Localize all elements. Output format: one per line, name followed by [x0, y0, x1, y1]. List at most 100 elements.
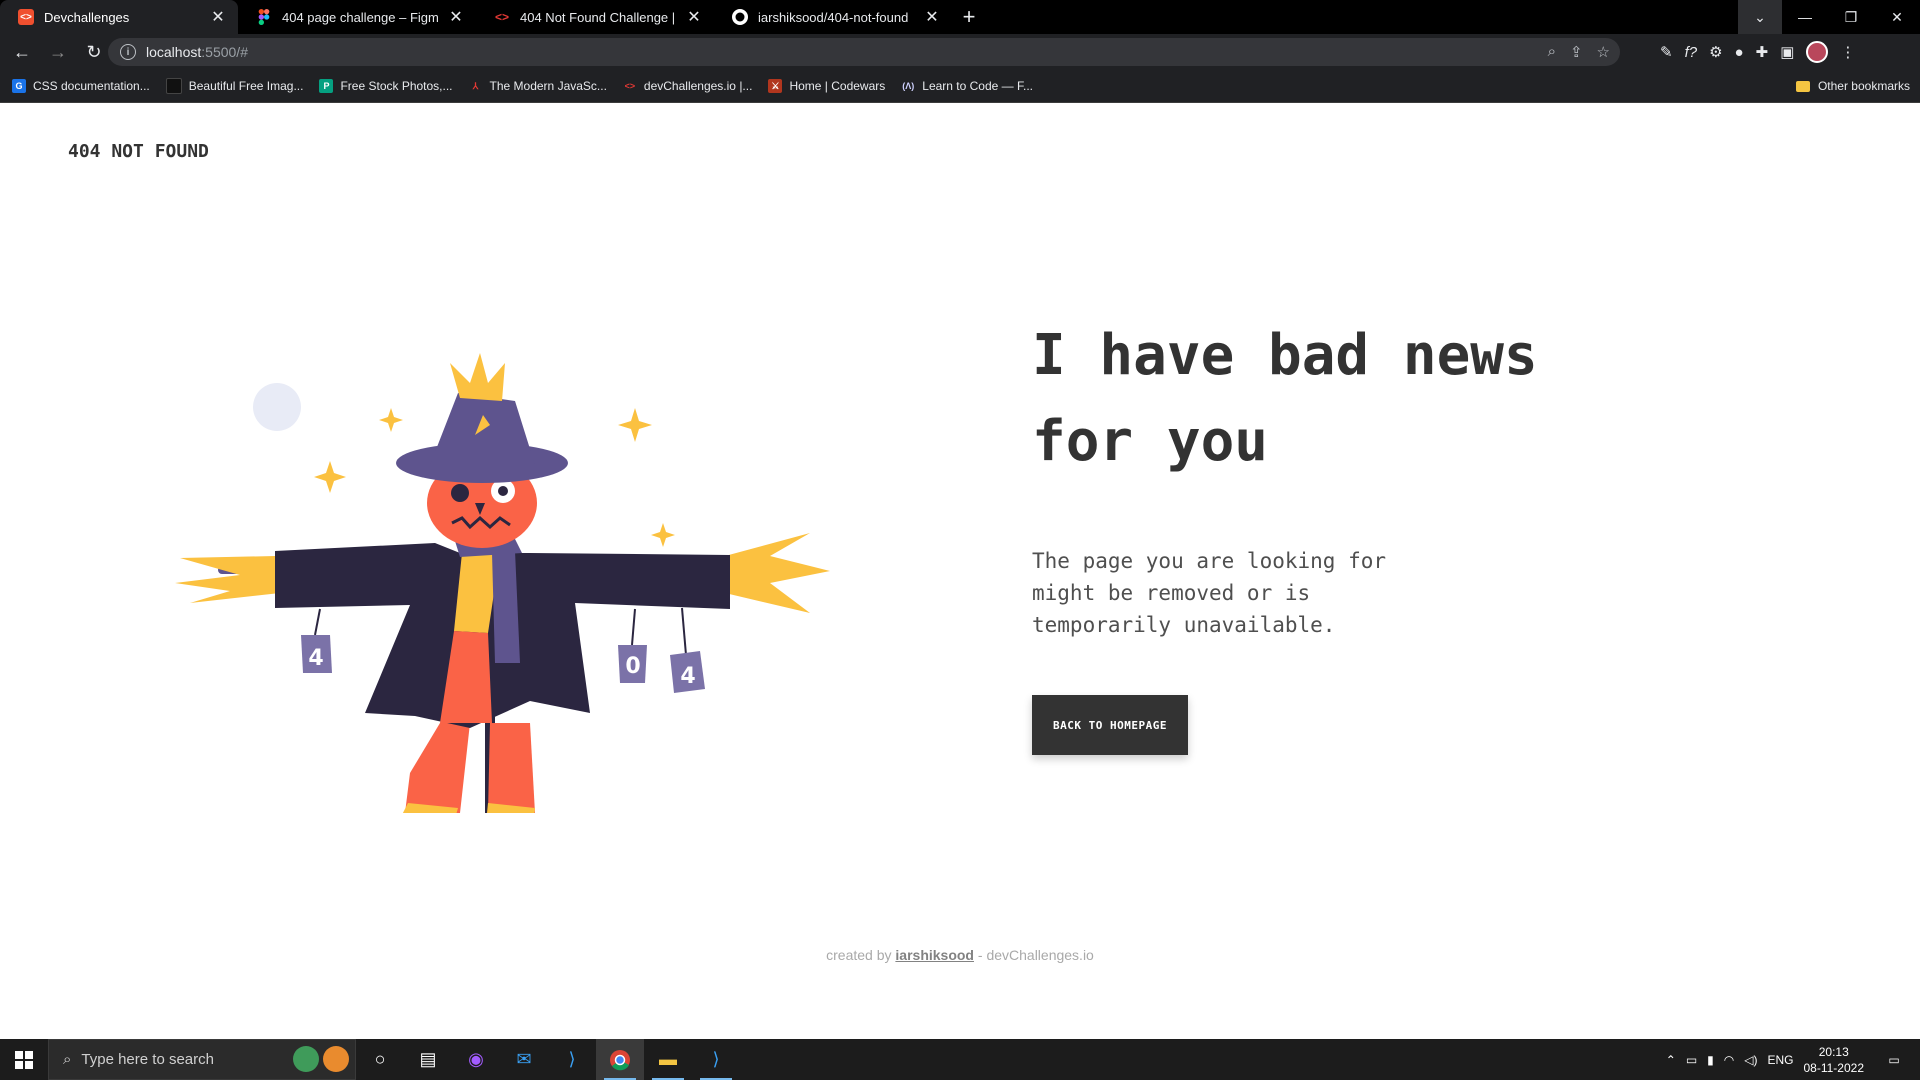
- tab-title: Devchallenges: [44, 9, 130, 25]
- scarecrow-illustration: 4 0 4: [175, 353, 830, 813]
- extension-bulb-icon[interactable]: ●: [1735, 44, 1744, 61]
- back-to-homepage-button[interactable]: BACK TO HOMEPAGE: [1032, 695, 1188, 755]
- side-panel-icon[interactable]: ▣: [1780, 43, 1794, 61]
- close-icon[interactable]: ✕: [448, 7, 464, 27]
- chevron-up-icon[interactable]: ⌃: [1666, 1053, 1676, 1067]
- browser-tab-devchallenges-404[interactable]: <> 404 Not Found Challenge | devCh ✕: [476, 0, 714, 34]
- tab-title: 404 page challenge – Figma: [282, 9, 438, 25]
- footer-suffix: - devChallenges.io: [974, 947, 1094, 963]
- file-explorer-icon[interactable]: ▬: [644, 1039, 692, 1080]
- close-icon[interactable]: ✕: [686, 7, 702, 27]
- freecodecamp-icon: (Λ): [902, 81, 915, 91]
- bookmark-label: Learn to Code — F...: [922, 79, 1033, 93]
- search-icon: ⌕: [63, 1051, 72, 1068]
- system-tray: ⌃ ▭ ▮ ◠ ◁) ENG 20:13 08-11-2022 ▭: [1666, 1039, 1920, 1080]
- extension-gear-icon[interactable]: ⚙: [1709, 43, 1722, 61]
- browser-toolbar: ← → ↻ i localhost:5500/# ⌕ ⇪ ☆ ✎ f? ⚙ ● …: [0, 34, 1920, 70]
- windows-taskbar: ⌕ Type here to search ○ ▤ ◉ ✉ ⟩ ▬ ⟩ ⌃ ▭ …: [0, 1039, 1920, 1080]
- extension-font-icon[interactable]: f?: [1685, 44, 1698, 61]
- footer-author-link[interactable]: iarshiksood: [895, 947, 974, 963]
- pexels-icon: P: [319, 79, 334, 93]
- url-path: :5500/#: [201, 44, 248, 60]
- browser-tab-github[interactable]: iarshiksood/404-not-found ✕: [714, 0, 952, 34]
- extensions-puzzle-icon[interactable]: ✚: [1756, 43, 1769, 61]
- browser-tab-figma[interactable]: 404 page challenge – Figma ✕: [238, 0, 476, 34]
- bookmark-pexels[interactable]: P Free Stock Photos,...: [311, 79, 460, 93]
- close-icon[interactable]: ✕: [924, 7, 940, 27]
- battery-icon[interactable]: ▮: [1707, 1053, 1714, 1067]
- minimize-button[interactable]: —: [1782, 0, 1828, 34]
- folder-icon: [1795, 80, 1810, 92]
- zoom-icon[interactable]: ⌕: [1548, 43, 1556, 61]
- omnibox-actions: ⌕ ⇪ ☆: [1548, 43, 1610, 61]
- search-highlight-icon: [293, 1046, 349, 1072]
- tab-search-icon[interactable]: ⌄: [1738, 0, 1782, 34]
- mail-icon[interactable]: ✉: [500, 1039, 548, 1080]
- taskbar-search-box[interactable]: ⌕ Type here to search: [48, 1039, 356, 1080]
- bookmark-label: CSS documentation...: [33, 79, 150, 93]
- chrome-icon[interactable]: [596, 1039, 644, 1080]
- devchallenges-icon: <>: [18, 9, 34, 25]
- figma-icon: [256, 9, 272, 25]
- task-view-icon[interactable]: ▤: [404, 1039, 452, 1080]
- can-label: 4: [308, 646, 323, 671]
- menu-dots-icon[interactable]: ⋮: [1840, 43, 1855, 61]
- windows-logo-icon: [15, 1050, 33, 1069]
- can-label: 4: [680, 664, 695, 689]
- bookmark-css-docs[interactable]: G CSS documentation...: [0, 79, 158, 93]
- unsplash-icon: [165, 78, 182, 94]
- bookmark-label: Free Stock Photos,...: [340, 79, 453, 93]
- bookmark-javascript-info[interactable]: ⅄ The Modern JavaSc...: [461, 79, 615, 93]
- clock-time: 20:13: [1818, 1044, 1849, 1059]
- profile-avatar[interactable]: [1806, 41, 1829, 63]
- close-icon[interactable]: ✕: [210, 7, 226, 27]
- bookmark-star-icon[interactable]: ☆: [1597, 43, 1610, 61]
- devchallenges-icon: <>: [494, 10, 509, 24]
- site-info-icon[interactable]: i: [120, 44, 136, 60]
- vscode-window-icon[interactable]: ⟩: [692, 1039, 740, 1080]
- podcast-app-icon[interactable]: ◉: [452, 1039, 500, 1080]
- footer-prefix: created by: [826, 947, 896, 963]
- clock[interactable]: 20:13 08-11-2022: [1804, 1044, 1865, 1076]
- browser-tab-devchallenges[interactable]: <> Devchallenges ✕: [0, 0, 238, 34]
- share-icon[interactable]: ⇪: [1570, 43, 1583, 61]
- wifi-icon[interactable]: ◠: [1724, 1053, 1734, 1067]
- can-label: 0: [625, 654, 640, 679]
- bookmark-freecodecamp[interactable]: (Λ) Learn to Code — F...: [893, 79, 1041, 93]
- back-arrow-icon[interactable]: ←: [6, 36, 38, 68]
- reload-icon[interactable]: ↻: [78, 36, 110, 68]
- js-icon: ⅄: [472, 80, 479, 91]
- start-button[interactable]: [0, 1039, 48, 1080]
- bookmark-label: The Modern JavaSc...: [489, 79, 607, 93]
- language-indicator[interactable]: ENG: [1767, 1053, 1793, 1067]
- other-bookmarks[interactable]: Other bookmarks: [1795, 79, 1910, 93]
- restore-button[interactable]: ❐: [1828, 0, 1874, 34]
- tab-title: iarshiksood/404-not-found: [758, 9, 909, 25]
- clock-date: 08-11-2022: [1803, 1060, 1865, 1075]
- new-tab-button[interactable]: +: [952, 0, 986, 34]
- page-viewport: 404 NOT FOUND 4 0 4 I have bad news for …: [0, 103, 1920, 1039]
- cortana-icon[interactable]: ○: [356, 1039, 404, 1080]
- bookmarks-bar: G CSS documentation... Beautiful Free Im…: [0, 70, 1920, 103]
- window-controls: ⌄ — ❐ ✕: [1738, 0, 1920, 34]
- description-text: The page you are looking for might be re…: [1032, 549, 1387, 637]
- notification-icon[interactable]: ▭: [1874, 1039, 1914, 1080]
- close-window-button[interactable]: ✕: [1874, 0, 1920, 34]
- search-placeholder: Type here to search: [81, 1051, 214, 1068]
- bookmark-devchallenges[interactable]: <> devChallenges.io |...: [615, 79, 761, 93]
- github-icon: [732, 9, 748, 25]
- vscode-icon[interactable]: ⟩: [548, 1039, 596, 1080]
- meet-icon[interactable]: ▭: [1686, 1053, 1697, 1067]
- moon-shape: [253, 383, 301, 431]
- url-host: localhost: [146, 44, 202, 60]
- bookmark-label: Home | Codewars: [789, 79, 886, 93]
- forward-arrow-icon[interactable]: →: [42, 36, 74, 68]
- address-bar[interactable]: i localhost:5500/# ⌕ ⇪ ☆: [108, 38, 1620, 66]
- bookmark-codewars[interactable]: ⚔ Home | Codewars: [760, 79, 893, 93]
- tab-title: 404 Not Found Challenge | devCh: [520, 9, 676, 25]
- bookmark-label: Beautiful Free Imag...: [188, 79, 304, 93]
- volume-icon[interactable]: ◁): [1744, 1053, 1757, 1067]
- bookmark-unsplash[interactable]: Beautiful Free Imag...: [158, 78, 312, 94]
- docs-icon: G: [12, 79, 26, 93]
- extension-pen-icon[interactable]: ✎: [1660, 43, 1673, 61]
